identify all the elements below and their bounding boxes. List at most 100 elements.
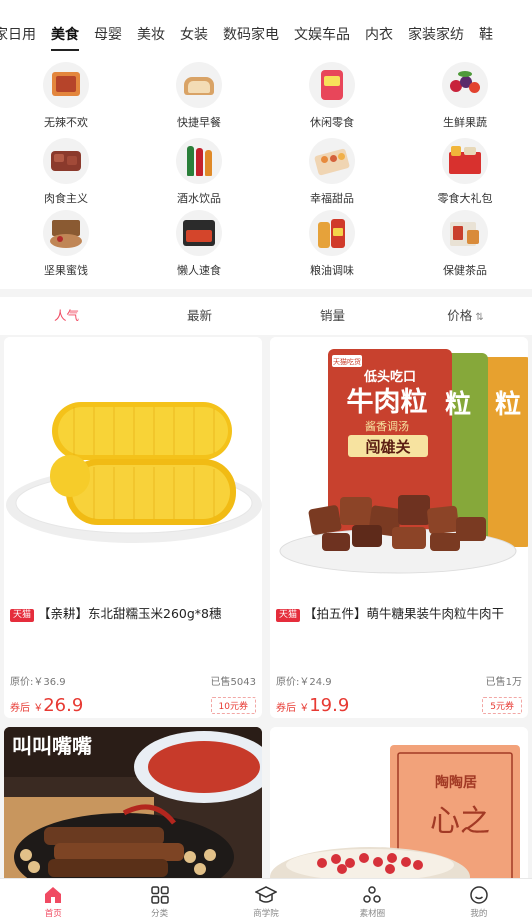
subcat-label: 休闲零食 xyxy=(310,116,354,129)
page: 家日用 美食 母婴 美妆 女装 数码家电 文娱车品 内衣 家装家纺鞋 无辣不欢 快捷早餐 休闲零… xyxy=(0,0,532,924)
package-brand-text: 陶陶居 xyxy=(435,774,477,791)
sort-sales[interactable]: 销量 xyxy=(266,297,399,335)
product-title: 天猫 【亲耕】东北甜糯玉米260g*8穗 xyxy=(10,603,260,622)
subcat-snacks[interactable]: 休闲零食 xyxy=(282,62,382,130)
tab-shoes[interactable]: 鞋 xyxy=(479,24,493,44)
subcat-spicy[interactable]: 无辣不欢 xyxy=(16,62,116,130)
subcategory-grid: 无辣不欢 快捷早餐 休闲零食 生鲜果蔬 肉食主义 酒水饮品 幸福甜品 零食大礼包… xyxy=(0,60,532,289)
braised-meat-image: 叫叫嘴嘴 xyxy=(4,727,262,887)
bottom-nav: 首页 分类 商学院 素材圈 我的 xyxy=(0,878,532,924)
tea-box-icon xyxy=(442,210,488,256)
tab-baby[interactable]: 母婴 xyxy=(94,24,122,44)
nav-mine[interactable]: 我的 xyxy=(426,879,532,924)
subcat-meat[interactable]: 肉食主义 xyxy=(16,138,116,206)
package-brand-text: 闯雄关 xyxy=(365,438,410,456)
after-coupon-label: 券后 xyxy=(10,703,30,714)
sort-label: 销量 xyxy=(319,308,345,323)
instant-noodle-icon xyxy=(176,210,222,256)
tmall-badge: 天猫 xyxy=(276,609,301,622)
package-top-text: 低头吃口 xyxy=(363,369,416,385)
nav-label: 我的 xyxy=(470,909,488,919)
subcat-label: 肉食主义 xyxy=(44,192,88,205)
product-card[interactable]: 叫叫嘴嘴 xyxy=(4,727,262,887)
coupon-badge[interactable]: 10元券 xyxy=(210,697,256,714)
package-sub-text: 酱香调汤 xyxy=(365,419,409,433)
beef-jerky-image: 天猫吃货 低头吃口 牛肉粒 酱香调汤 闯雄关 粒 粒 xyxy=(270,337,528,592)
package-main-text: 牛肉粒 xyxy=(347,387,428,418)
product-card[interactable]: 天猫吃货 低头吃口 牛肉粒 酱香调汤 闯雄关 粒 粒 天猫 【拍五件】萌牛糖果装… xyxy=(270,337,528,718)
tab-entertainment-auto[interactable]: 文娱车品 xyxy=(294,24,350,44)
sort-label: 最新 xyxy=(186,308,212,323)
subcat-label: 无辣不欢 xyxy=(44,116,88,129)
tab-home-textile[interactable]: 家装家纺 xyxy=(408,24,464,44)
product-title: 天猫 【拍五件】萌牛糖果装牛肉粒牛肉干 xyxy=(276,603,526,622)
share-circles-icon xyxy=(319,884,425,906)
spicy-meat-icon xyxy=(43,62,89,108)
subcat-gift-pack[interactable]: 零食大礼包 xyxy=(415,138,515,206)
subcat-label: 懒人速食 xyxy=(177,264,221,277)
subcat-drinks[interactable]: 酒水饮品 xyxy=(149,138,249,206)
fruit-icon xyxy=(442,62,488,108)
nav-academy[interactable]: 商学院 xyxy=(213,879,319,924)
beef-icon xyxy=(43,138,89,184)
oil-bottle-icon xyxy=(309,210,355,256)
subcat-health-tea[interactable]: 保健茶品 xyxy=(415,210,515,278)
tab-womens[interactable]: 女装 xyxy=(180,24,208,44)
sold-count: 已售1万 xyxy=(485,677,522,688)
final-price: 券后 ￥26.9 xyxy=(10,695,83,716)
sort-label: 价格 xyxy=(447,308,473,323)
nuts-icon xyxy=(43,210,89,256)
subcat-label: 酒水饮品 xyxy=(177,192,221,205)
tab-beauty[interactable]: 美妆 xyxy=(137,24,165,44)
tab-food[interactable]: 美食 xyxy=(51,24,79,51)
bread-icon xyxy=(176,62,222,108)
subcat-breakfast[interactable]: 快捷早餐 xyxy=(149,62,249,130)
currency-symbol: ￥ xyxy=(299,703,310,714)
nav-home[interactable]: 首页 xyxy=(0,879,106,924)
home-icon xyxy=(0,884,106,906)
sold-count: 已售5043 xyxy=(210,677,256,688)
subcat-nuts[interactable]: 坚果蜜饯 xyxy=(16,210,116,278)
sort-bar: 人气 最新 销量 价格 ⇅ xyxy=(0,297,532,335)
product-card[interactable]: 天猫 【亲耕】东北甜糯玉米260g*8穗 原价:￥36.9 已售5043 券后 ￥… xyxy=(4,337,262,718)
subcat-label: 粮油调味 xyxy=(310,264,354,277)
sort-price[interactable]: 价格 ⇅ xyxy=(399,297,532,335)
original-price: 原价:￥36.9 xyxy=(10,677,66,688)
tab-underwear[interactable]: 内衣 xyxy=(365,24,393,44)
product-card[interactable]: 陶陶居 心之 xyxy=(270,727,528,887)
svg-text:天猫吃货: 天猫吃货 xyxy=(333,357,361,366)
grid-icon xyxy=(106,884,212,906)
snack-bag-icon xyxy=(309,62,355,108)
corn-image xyxy=(4,337,262,592)
dessert-bowl-image: 陶陶居 心之 xyxy=(270,727,528,887)
sort-newest[interactable]: 最新 xyxy=(133,297,266,335)
tab-digital[interactable]: 数码家电 xyxy=(223,24,279,44)
nav-label: 首页 xyxy=(44,909,62,919)
nav-label: 素材圈 xyxy=(359,909,386,919)
drink-bottles-icon xyxy=(176,138,222,184)
product-title-text: 【亲耕】东北甜糯玉米260g*8穗 xyxy=(38,606,222,621)
sort-popularity[interactable]: 人气 xyxy=(0,297,133,335)
subcat-grain-oil[interactable]: 粮油调味 xyxy=(282,210,382,278)
package-main-text: 心之 xyxy=(430,804,490,839)
sort-label: 人气 xyxy=(53,308,79,323)
package-brand-text: 叫叫嘴嘴 xyxy=(12,734,92,758)
nav-materials[interactable]: 素材圈 xyxy=(319,879,425,924)
final-price: 券后 ￥19.9 xyxy=(276,695,349,716)
subcat-label: 生鲜果蔬 xyxy=(443,116,487,129)
coupon-badge[interactable]: 5元券 xyxy=(482,697,522,714)
sort-arrows-icon: ⇅ xyxy=(475,312,484,323)
original-price: 原价:￥24.9 xyxy=(276,677,332,688)
nav-label: 分类 xyxy=(151,909,169,919)
nav-label: 商学院 xyxy=(253,909,279,919)
price-value: 26.9 xyxy=(43,695,84,716)
subcat-instant[interactable]: 懒人速食 xyxy=(149,210,249,278)
subcat-fresh[interactable]: 生鲜果蔬 xyxy=(415,62,515,130)
after-coupon-label: 券后 xyxy=(276,703,296,714)
tab-home-goods[interactable]: 家日用 xyxy=(0,24,36,44)
nav-category[interactable]: 分类 xyxy=(106,879,212,924)
subcat-label: 零食大礼包 xyxy=(437,192,493,205)
subcat-desserts[interactable]: 幸福甜品 xyxy=(282,138,382,206)
subcat-label: 坚果蜜饯 xyxy=(44,264,88,277)
package-side-text-2: 粒 xyxy=(495,389,521,420)
